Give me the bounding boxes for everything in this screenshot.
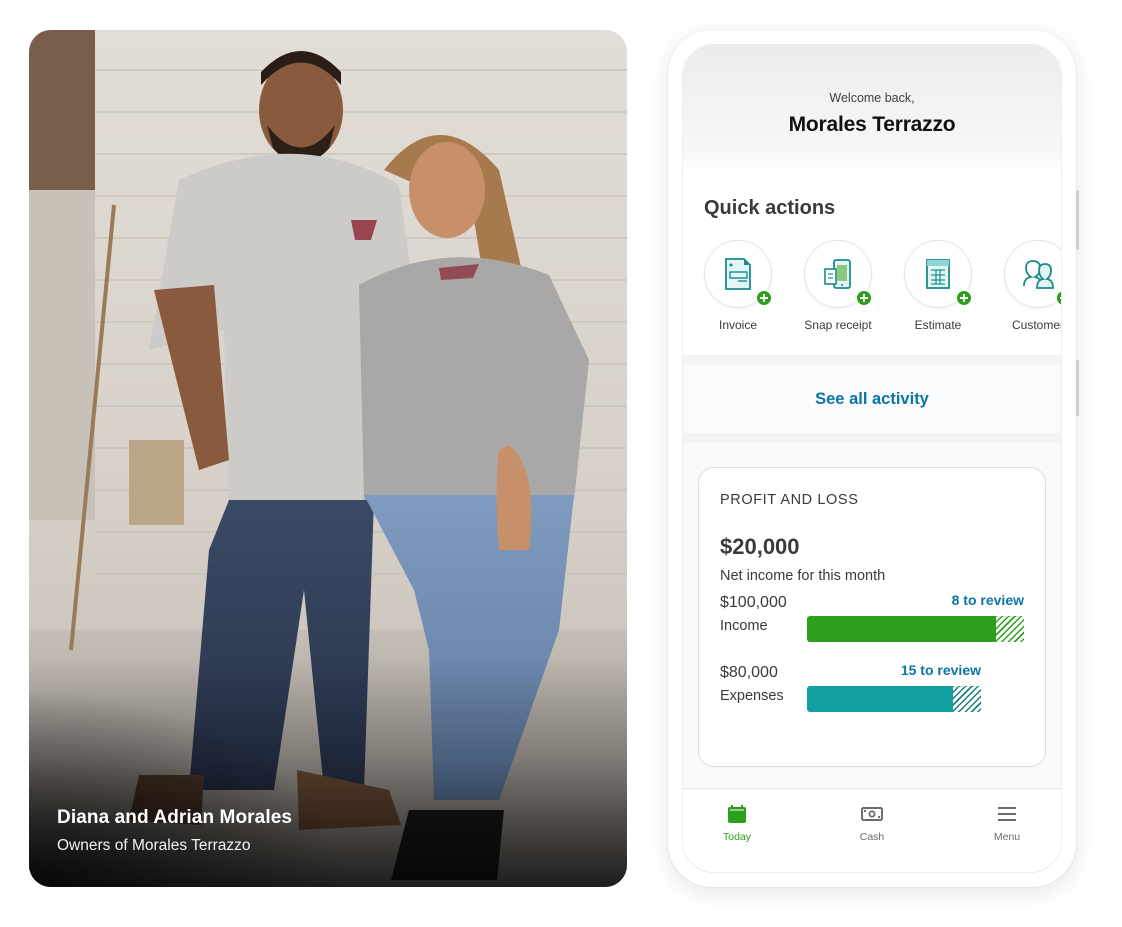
tab-menu[interactable]: Menu (977, 803, 1037, 872)
app-screen: Welcome back, Morales Terrazzo Quick act… (682, 44, 1062, 873)
quick-action-invoice[interactable]: Invoice (704, 240, 773, 332)
receipt-icon (824, 259, 851, 289)
cash-icon (861, 807, 883, 821)
quick-action-customer[interactable]: Customer (1004, 240, 1061, 332)
expenses-row: $80,000 Expenses 15 to review (720, 662, 1024, 734)
income-bar (807, 616, 1024, 642)
net-income-amount: $20,000 (720, 534, 800, 559)
menu-icon (998, 807, 1016, 821)
quick-action-estimate[interactable]: Estimate (904, 240, 973, 332)
tab-label: Menu (993, 831, 1021, 843)
income-bar-to-review (996, 616, 1024, 642)
expenses-bar-reviewed (807, 686, 953, 712)
quick-action-label: Customer (1011, 318, 1062, 332)
quick-action-label: Invoice (718, 318, 758, 332)
add-icon (855, 289, 873, 307)
quick-action-circle[interactable] (1004, 240, 1061, 308)
bottom-tab-bar: Today Cash Menu (683, 788, 1061, 872)
quick-actions-list: Invoice Snap receipt Estimate Customer (704, 240, 1061, 332)
quick-actions-section: Quick actions Invoice Snap receipt Estim… (683, 177, 1061, 355)
quick-action-circle[interactable] (804, 240, 873, 308)
quick-action-label: Snap receipt (804, 318, 872, 332)
testimonial-role: Owners of Morales Terrazzo (57, 837, 251, 854)
income-row: $100,000 Income 8 to review (720, 592, 1024, 664)
income-review-link[interactable]: 8 to review (807, 592, 1024, 608)
income-bar-reviewed (807, 616, 996, 642)
expenses-label: Expenses (720, 688, 784, 704)
company-name: Morales Terrazzo (788, 113, 956, 136)
testimonial-caption: Diana and Adrian Morales Owners of Moral… (57, 807, 292, 855)
testimonial-name: Diana and Adrian Morales (57, 807, 293, 828)
estimate-icon (926, 259, 950, 289)
quick-action-circle[interactable] (904, 240, 973, 308)
see-all-activity-label[interactable]: See all activity (815, 390, 929, 409)
app-header: Welcome back, Morales Terrazzo (683, 45, 1061, 177)
net-income-label: Net income for this month (720, 568, 886, 584)
expenses-review-link[interactable]: 15 to review (807, 662, 981, 678)
profit-loss-card[interactable]: PROFIT AND LOSS $20,000 Net income for t… (698, 467, 1046, 767)
tab-label: Cash (859, 831, 885, 843)
invoice-icon (725, 258, 751, 290)
see-all-activity-link[interactable]: See all activity (683, 365, 1061, 433)
quick-action-label: Estimate (914, 318, 962, 332)
expenses-amount: $80,000 (720, 664, 778, 681)
customer-icon (1023, 260, 1054, 289)
quick-actions-title: Quick actions (704, 197, 836, 219)
section-divider (683, 355, 1061, 365)
income-amount: $100,000 (720, 594, 787, 611)
tab-cash[interactable]: Cash (842, 803, 902, 872)
add-icon (955, 289, 973, 307)
tab-today[interactable]: Today (707, 803, 767, 872)
income-label: Income (720, 618, 768, 634)
phone-side-button (1076, 190, 1079, 250)
tab-label: Today (722, 831, 752, 843)
phone-mockup: Welcome back, Morales Terrazzo Quick act… (668, 30, 1079, 887)
calendar-icon (728, 805, 746, 823)
testimonial-photo-card: Diana and Adrian Morales Owners of Moral… (29, 30, 627, 887)
expenses-bar (807, 686, 981, 712)
add-icon (755, 289, 773, 307)
quick-action-snap-receipt[interactable]: Snap receipt (804, 240, 873, 332)
add-icon (1055, 289, 1061, 307)
profit-loss-section: PROFIT AND LOSS $20,000 Net income for t… (683, 443, 1061, 813)
quick-action-circle[interactable] (704, 240, 773, 308)
section-divider (683, 433, 1061, 443)
profit-loss-title: PROFIT AND LOSS (720, 492, 859, 508)
caption-vignette (29, 687, 349, 887)
phone-side-button (1076, 360, 1079, 416)
welcome-text: Welcome back, (829, 91, 915, 105)
expenses-bar-to-review (953, 686, 981, 712)
